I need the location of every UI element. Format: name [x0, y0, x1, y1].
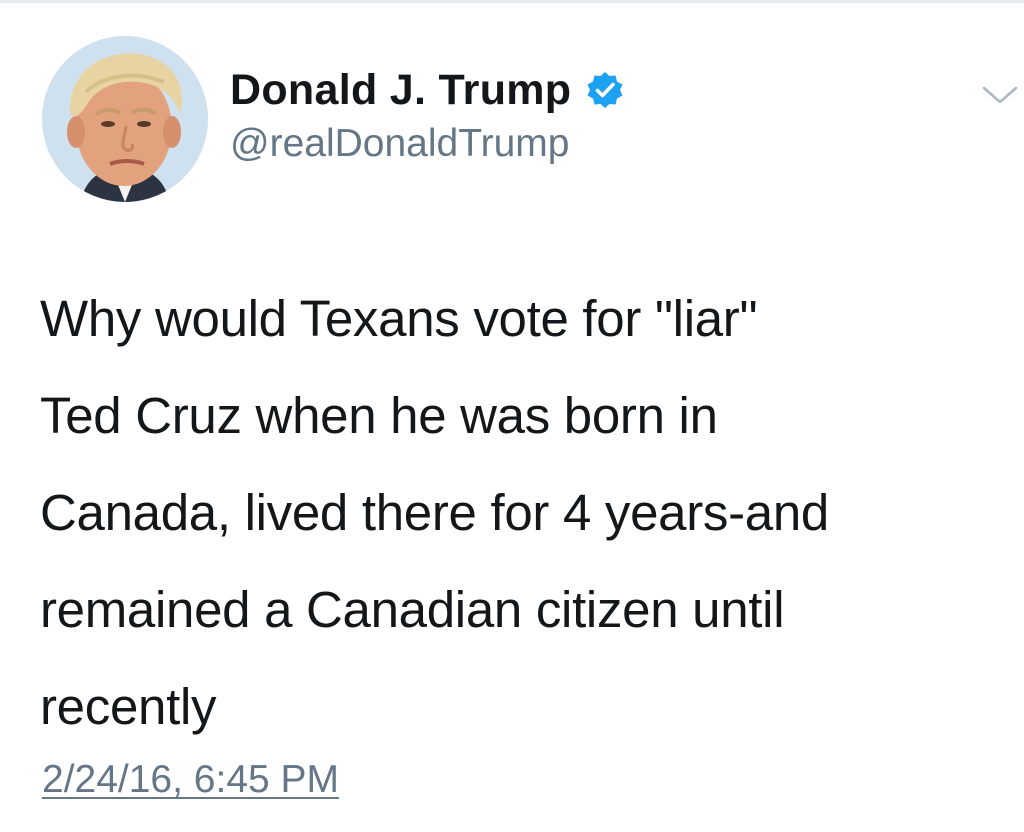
tweet-text: Why would Texans vote for "liar" Ted Cru…: [40, 290, 829, 735]
chevron-down-icon[interactable]: [980, 80, 1020, 110]
top-divider: [0, 0, 1024, 3]
tweet-timestamp-link[interactable]: 2/24/16, 6:45 PM: [42, 758, 339, 802]
author-name-row: Donald J. Trump: [230, 64, 625, 116]
verified-badge-icon: [585, 70, 625, 110]
profile-photo-icon: [42, 36, 208, 202]
avatar[interactable]: [42, 36, 208, 202]
author-handle[interactable]: @realDonaldTrump: [230, 122, 569, 166]
author-display-name[interactable]: Donald J. Trump: [230, 66, 571, 115]
